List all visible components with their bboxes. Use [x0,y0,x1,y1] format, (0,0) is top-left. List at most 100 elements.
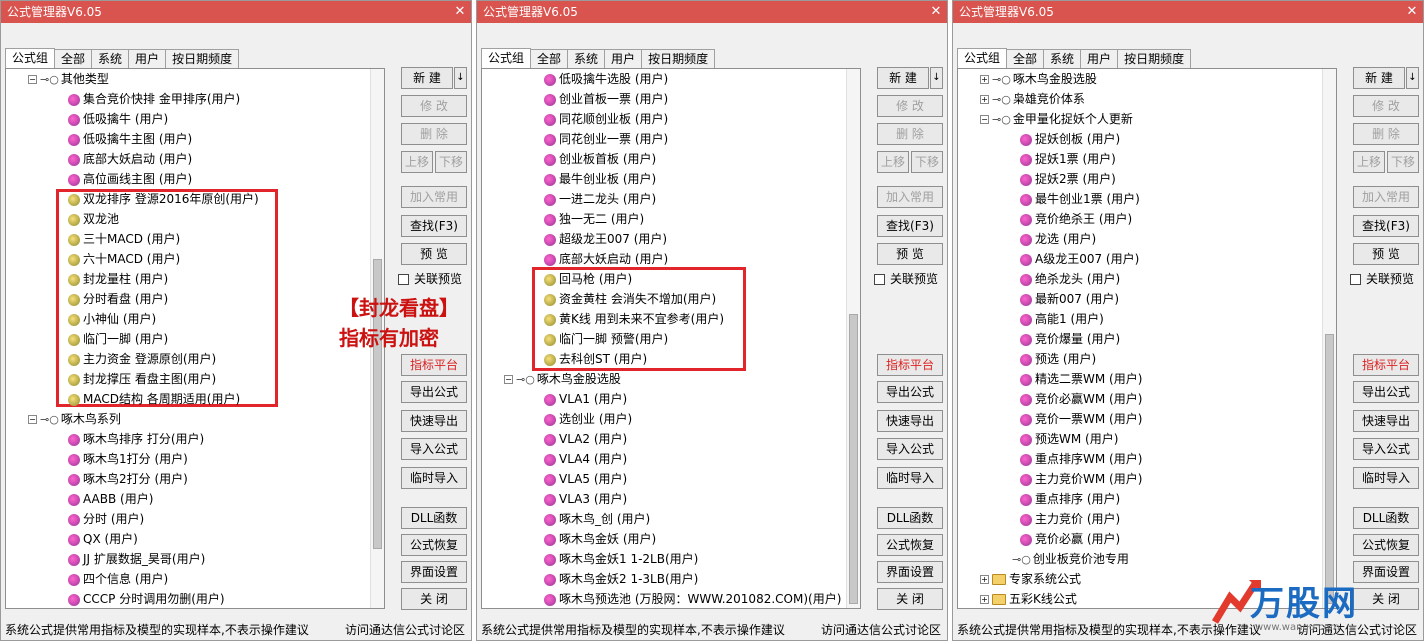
tree-item[interactable]: 封龙撑压 看盘主图(用户) [68,369,216,389]
tree-item[interactable]: 超级龙王007 (用户) [544,229,667,249]
tree-item[interactable]: 精选二票WM (用户) [1020,369,1142,389]
tree-group[interactable]: + ⊸○ 枭雄竞价体系 [980,89,1085,109]
formula-restore-button[interactable]: 公式恢复 [1353,534,1419,556]
tab-system[interactable]: 系统 [91,49,130,69]
tree-item[interactable]: 啄木鸟1打分 (用户) [68,449,188,469]
tree-item[interactable]: VLA3 (用户) [544,489,627,509]
tree-item[interactable]: 竞价必赢 (用户) [1020,529,1120,549]
tab-by-date-frequency[interactable]: 按日期频度 [641,49,716,69]
tab-formula-group[interactable]: 公式组 [481,48,532,69]
tree-item[interactable]: 六十MACD (用户) [68,249,180,269]
tree-item[interactable]: 双龙池 [68,209,119,229]
delete-button[interactable]: 删 除 [877,123,943,145]
tree-item[interactable]: VLA4 (用户) [544,449,627,469]
tree-item[interactable]: 竞价一票WM (用户) [1020,409,1142,429]
collapse-icon[interactable]: − [28,75,37,84]
tree-group[interactable]: + ⊸○ 啄木鸟金股选股 [980,69,1097,89]
add-common-button[interactable]: 加入常用 [1353,186,1419,208]
tree-item[interactable]: 回马枪 (用户) [544,269,632,289]
tree-item[interactable]: 啄木鸟金妖 (用户) [544,529,656,549]
tab-by-date-frequency[interactable]: 按日期频度 [165,49,240,69]
export-formula-button[interactable]: 导出公式 [401,381,467,403]
preview-button[interactable]: 预 览 [1353,243,1419,265]
tree-item[interactable]: 捉妖创板 (用户) [1020,129,1120,149]
tree-item[interactable]: 重点排序 (用户) [1020,489,1120,509]
edit-button[interactable]: 修 改 [401,95,467,117]
tree-item[interactable]: 集合竞价快排 金甲排序(用户) [68,89,240,109]
indicator-platform-button[interactable]: 指标平台 [1353,354,1419,376]
temp-import-button[interactable]: 临时导入 [1353,467,1419,489]
tree-item[interactable]: 啄木鸟2打分 (用户) [68,469,188,489]
tree-item[interactable]: 捉妖1票 (用户) [1020,149,1116,169]
tree-item[interactable]: 双龙排序 登源2016年原创(用户) [68,189,259,209]
tree-item[interactable]: 啄木鸟排序 打分(用户) [68,429,204,449]
tree-item[interactable]: 一进二龙头 (用户) [544,189,656,209]
forum-link[interactable]: 访问通达信公式讨论区 [345,621,465,639]
close-window-icon[interactable]: ✕ [449,1,471,23]
tree-item[interactable]: 四个信息 (用户) [68,569,168,589]
move-up-button[interactable]: 上移 [401,151,433,173]
dll-function-button[interactable]: DLL函数 [877,507,943,529]
tree-item[interactable]: VLA5 (用户) [544,469,627,489]
tree-group[interactable]: − ⊸○ 啄木鸟金股选股 [504,369,621,389]
tab-user[interactable]: 用户 [1080,49,1119,69]
tree-item[interactable]: 最新007 (用户) [1020,289,1119,309]
delete-button[interactable]: 删 除 [1353,123,1419,145]
tree-group[interactable]: ⊸○ 创业板竞价池专用 [1000,549,1129,569]
formula-tree[interactable]: − ⊸○ 其他类型 集合竞价快排 金甲排序(用户) 低吸擒牛 (用户) 低吸擒牛主图 (用… [5,68,385,609]
related-preview-checkbox[interactable]: 关联预览 [874,271,938,287]
expand-icon[interactable]: + [980,595,989,604]
tree-scrollbar[interactable] [1322,69,1336,608]
quick-export-button[interactable]: 快速导出 [401,410,467,432]
collapse-icon[interactable]: − [980,115,989,124]
tab-system[interactable]: 系统 [567,49,606,69]
tree-item[interactable]: 资金黄柱 会消失不增加(用户) [544,289,716,309]
move-down-button[interactable]: 下移 [911,151,943,173]
close-button[interactable]: 关 闭 [877,588,943,610]
close-window-icon[interactable]: ✕ [1401,1,1423,23]
edit-button[interactable]: 修 改 [1353,95,1419,117]
tree-item[interactable]: 主力资金 登源原创(用户) [68,349,216,369]
preview-button[interactable]: 预 览 [877,243,943,265]
tree-item[interactable]: 低吸擒牛 (用户) [68,109,168,129]
find-button[interactable]: 查找(F3) [401,215,467,237]
tree-item[interactable]: VLA2 (用户) [544,429,627,449]
tree-item[interactable]: 预选 (用户) [1020,349,1096,369]
import-formula-button[interactable]: 导入公式 [1353,438,1419,460]
checkbox-box[interactable] [398,274,409,285]
formula-tree[interactable]: + ⊸○ 啄木鸟金股选股 + ⊸○ 枭雄竞价体系 − ⊸○ 金甲量化捉妖个人更新 捉妖创板 (用户… [957,68,1337,609]
tree-item[interactable]: 绝杀龙头 (用户) [1020,269,1120,289]
collapse-icon[interactable]: − [28,415,37,424]
tree-item[interactable]: 高位画线主图 (用户) [68,169,192,189]
tree-item[interactable]: 主力竞价WM (用户) [1020,469,1142,489]
export-formula-button[interactable]: 导出公式 [877,381,943,403]
move-down-button[interactable]: 下移 [435,151,467,173]
temp-import-button[interactable]: 临时导入 [877,467,943,489]
tab-formula-group[interactable]: 公式组 [5,48,56,69]
collapse-icon[interactable]: − [504,375,513,384]
tree-item[interactable]: 同花顺创业板 (用户) [544,109,668,129]
tab-all[interactable]: 全部 [530,49,569,69]
tree-item[interactable]: 竞价绝杀王 (用户) [1020,209,1132,229]
tree-item[interactable]: JJ 扩展数据_昊哥(用户) [68,549,205,569]
export-formula-button[interactable]: 导出公式 [1353,381,1419,403]
tree-item[interactable]: 三十MACD (用户) [68,229,180,249]
tree-item[interactable]: 同花创业一票 (用户) [544,129,668,149]
tree-item[interactable]: 小神仙 (用户) [68,309,156,329]
find-button[interactable]: 查找(F3) [877,215,943,237]
move-up-button[interactable]: 上移 [1353,151,1385,173]
expand-icon[interactable]: + [980,75,989,84]
move-down-button[interactable]: 下移 [1387,151,1419,173]
tree-scrollbar[interactable] [846,69,860,608]
tree-item[interactable]: 低吸擒牛主图 (用户) [68,129,192,149]
tree-item[interactable]: 低吸擒牛选股 (用户) [544,69,668,89]
new-dropdown-icon[interactable]: ↓ [1406,67,1419,89]
tree-group[interactable]: − ⊸○ 金甲量化捉妖个人更新 [980,109,1133,129]
tree-item[interactable]: VLA1 (用户) [544,389,627,409]
tree-item[interactable]: 去科创ST (用户) [544,349,647,369]
tree-item[interactable]: 独一无二 (用户) [544,209,644,229]
tree-item[interactable]: 预选WM (用户) [1020,429,1118,449]
delete-button[interactable]: 删 除 [401,123,467,145]
tab-user[interactable]: 用户 [604,49,643,69]
tree-item[interactable]: 最牛创业1票 (用户) [1020,189,1140,209]
